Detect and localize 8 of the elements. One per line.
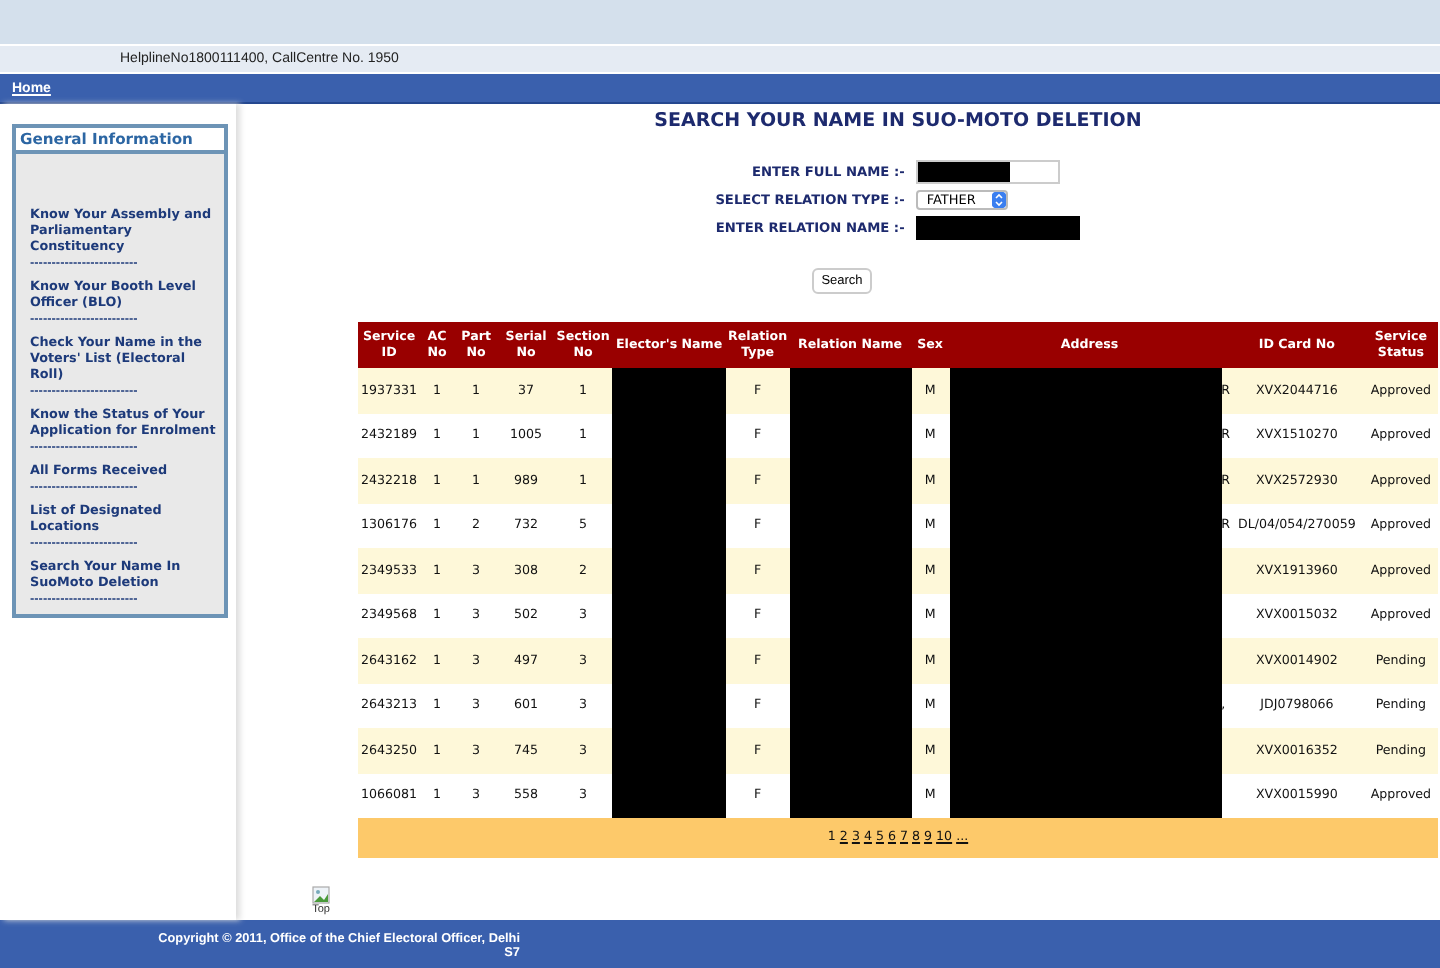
broken-image-icon — [312, 886, 330, 904]
stepper-icon — [992, 192, 1007, 208]
page-title: SEARCH YOUR NAME IN SUO-MOTO DELETION — [654, 110, 1142, 132]
redacted-block — [612, 773, 727, 818]
redacted-input-field[interactable] — [916, 216, 1081, 240]
redacted-block — [789, 368, 912, 413]
redacted-block — [789, 773, 912, 818]
redacted-block — [612, 368, 727, 413]
